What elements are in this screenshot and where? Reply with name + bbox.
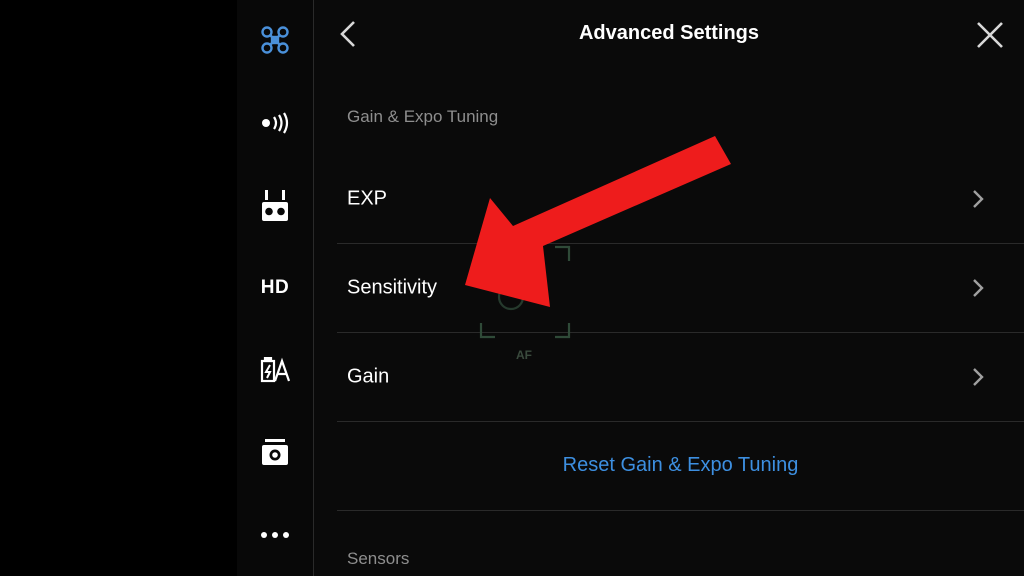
hd-icon: HD [260,277,290,298]
sidebar-item-battery[interactable] [237,350,313,390]
settings-sidebar: HD [237,0,313,576]
autofocus-frame [479,245,571,339]
section-header-gain-expo: Gain & Expo Tuning [347,107,499,126]
chevron-right-icon [973,189,984,208]
battery-icon [260,357,290,383]
sidebar-item-more[interactable] [237,515,313,555]
close-button[interactable] [974,19,1006,51]
more-icon [261,532,289,538]
section-header-sensors: Sensors [347,549,410,568]
camera-view-background [0,0,237,576]
setting-row-gain[interactable]: Gain [337,332,1024,422]
chevron-right-icon [973,278,984,297]
camera-icon [262,439,288,465]
close-icon [977,22,1003,48]
setting-label-sensitivity: Sensitivity [347,276,438,298]
setting-label-exp: EXP [347,187,388,209]
setting-row-exp[interactable]: EXP [337,154,1024,244]
panel-header: Advanced Settings [314,0,1024,68]
drone-icon [261,26,289,54]
page-title: Advanced Settings [578,22,760,44]
sidebar-item-remote[interactable] [237,186,313,226]
sidebar-item-signal[interactable] [237,103,313,143]
af-label: AF [516,348,532,362]
chevron-right-icon [973,367,984,386]
advanced-settings-panel: Advanced Settings Gain & Expo Tuning EXP… [314,0,1024,576]
reset-gain-expo-button[interactable]: Reset Gain & Expo Tuning [337,421,1024,511]
remote-controller-icon [262,190,288,221]
sidebar-item-aircraft[interactable] [237,20,313,60]
setting-row-sensitivity[interactable]: Sensitivity [337,243,1024,333]
sidebar-item-camera[interactable] [237,433,313,473]
signal-icon [262,112,289,134]
sidebar-item-hd[interactable]: HD [237,268,313,308]
setting-label-gain: Gain [347,365,390,387]
